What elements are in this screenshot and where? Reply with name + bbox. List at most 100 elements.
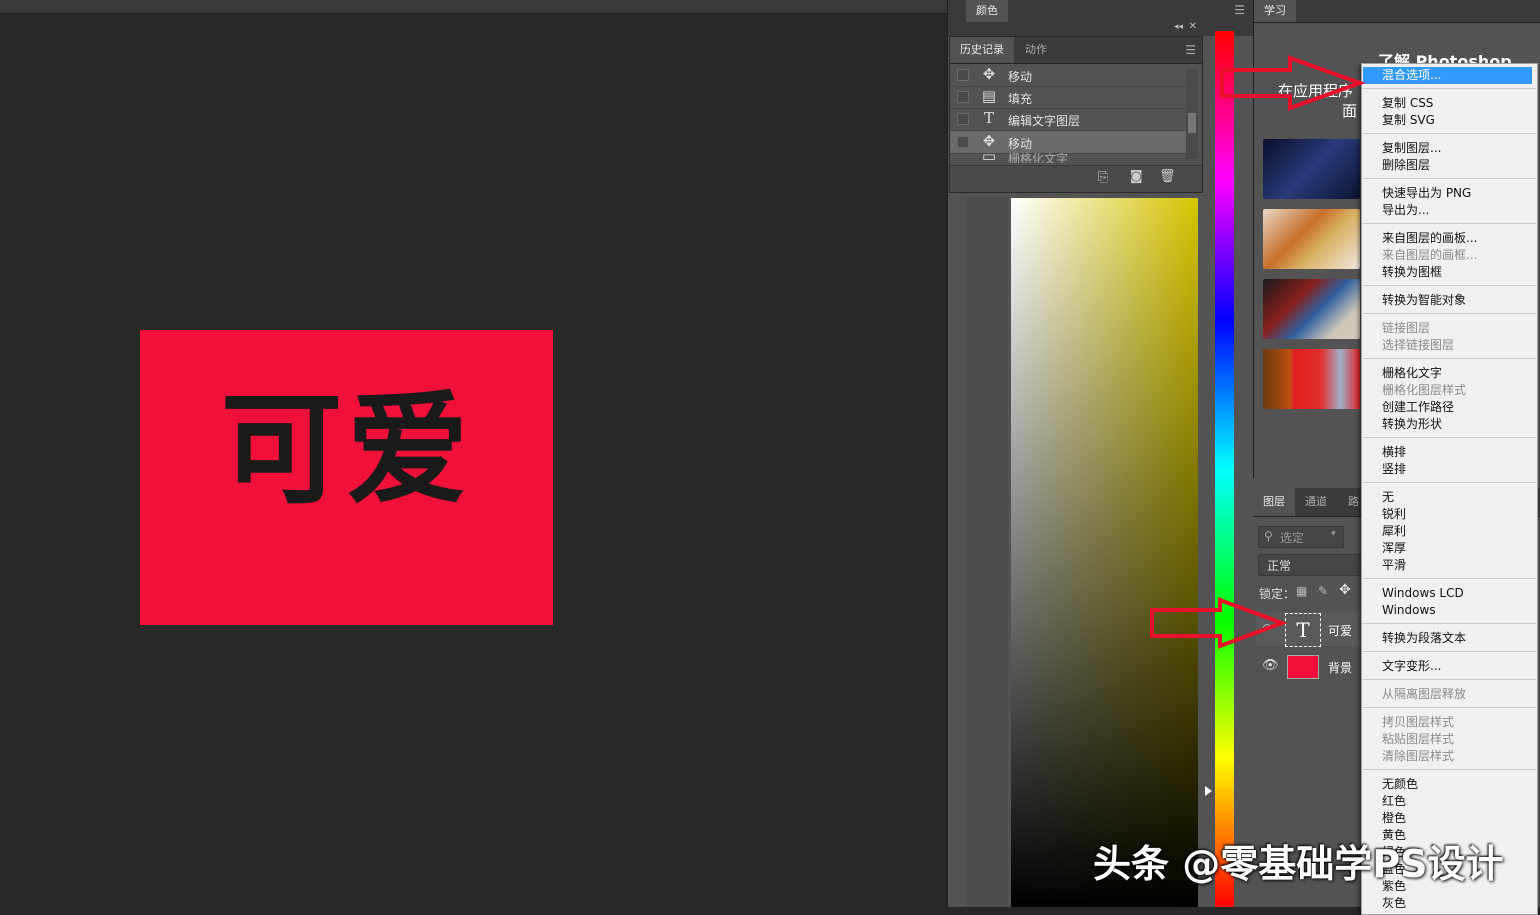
history-scrollbar[interactable] [1186, 69, 1198, 159]
visibility-eye-icon[interactable]: 👁 [1262, 658, 1279, 673]
layer-filter-input[interactable]: ⚲ 选定 ▾ [1258, 526, 1344, 548]
camera-icon[interactable]: ◙ [1130, 169, 1143, 184]
menu-item[interactable]: 浑厚 [1382, 540, 1406, 557]
menu-item[interactable]: 橙色 [1382, 810, 1406, 827]
menu-item[interactable]: 快速导出为 PNG [1382, 185, 1471, 202]
tutorial-thumbnail[interactable] [1263, 209, 1360, 269]
move-icon: ✥ [982, 65, 996, 83]
menu-item[interactable]: 复制 CSS [1382, 95, 1433, 112]
menu-item: 栅格化图层样式 [1382, 383, 1467, 397]
menu-item: 选择链接图层 [1382, 338, 1455, 352]
history-item[interactable]: T 编辑文字图层 [950, 108, 1186, 131]
saturation-value-field[interactable] [1011, 198, 1198, 907]
lock-transparent-icon[interactable]: ▦ [1296, 584, 1307, 598]
tutorial-thumbnail[interactable] [1263, 349, 1360, 409]
menu-item[interactable]: Windows LCD [1382, 585, 1464, 602]
menu-item[interactable]: Windows [1382, 602, 1436, 619]
menu-separator [1363, 651, 1536, 652]
tab-channels[interactable]: 通道 [1295, 488, 1337, 516]
menu-item[interactable]: 导出为... [1382, 202, 1429, 219]
move-icon: ✥ [982, 132, 996, 150]
menu-item[interactable]: 转换为形状 [1382, 416, 1442, 433]
menu-item[interactable]: 犀利 [1382, 523, 1406, 540]
learn-tab-bar: 学习 [1254, 0, 1540, 23]
tutorial-thumbnail[interactable] [1263, 279, 1360, 339]
tab-history[interactable]: 历史记录 [950, 37, 1014, 63]
layer-name[interactable]: 背景 [1328, 659, 1352, 676]
history-menu-icon[interactable]: ☰ [1185, 43, 1196, 57]
document-text-layer[interactable]: 可爱 [140, 388, 553, 510]
layer-context-menu: 混合选项... 复制 CSS 复制 SVG 复制图层... 删除图层快速导出为 PNG 导… [1361, 63, 1538, 915]
watermark: 头条 @零基础学PS设计 [1093, 842, 1504, 886]
history-item[interactable]: ▭ 栅格化文字 [950, 153, 1186, 163]
color-tab-bar: 颜色 ☰ [948, 0, 1253, 23]
menu-separator [1363, 437, 1536, 438]
blend-mode-select[interactable]: 正常 [1258, 554, 1362, 576]
tab-color[interactable]: 颜色 [966, 0, 1008, 22]
layer-name[interactable]: 可爱 [1328, 622, 1352, 639]
document-canvas[interactable]: 可爱 [140, 330, 553, 625]
chevron-down-icon: ▾ [1331, 529, 1336, 539]
layer-row-background[interactable]: 👁 背景 [1256, 650, 1366, 684]
history-item-label: 移动 [1008, 137, 1033, 151]
menu-item[interactable]: 来自图层的画板... [1382, 230, 1477, 247]
history-item-selected[interactable]: ✥ 移动 [950, 131, 1186, 154]
menu-item[interactable]: 横排 [1382, 444, 1406, 461]
collapse-icon[interactable]: ◂◂ [1174, 22, 1183, 32]
history-checkbox[interactable] [957, 113, 969, 125]
menu-separator [1363, 769, 1536, 770]
history-checkbox[interactable] [957, 136, 969, 148]
history-checkbox[interactable] [957, 69, 969, 81]
text-layer-thumbnail: T [1285, 613, 1321, 647]
menu-item[interactable]: 删除图层 [1382, 157, 1430, 174]
menu-item[interactable]: 转换为段落文本 [1382, 630, 1466, 647]
tab-actions[interactable]: 动作 [1015, 37, 1057, 63]
menu-item[interactable]: 平滑 [1382, 557, 1406, 574]
menu-item[interactable]: 红色 [1382, 793, 1406, 810]
history-item-label: 填充 [1008, 92, 1033, 106]
menu-separator [1363, 313, 1536, 314]
menu-item[interactable]: 竖排 [1382, 461, 1406, 478]
hue-slider-marker[interactable] [1205, 786, 1212, 796]
menu-separator [1363, 358, 1536, 359]
history-footer: ⎘ ◙ 🗑 [950, 165, 1202, 192]
tab-learn[interactable]: 学习 [1254, 0, 1296, 22]
menu-item[interactable]: 栅格化文字 [1382, 365, 1442, 382]
history-checkbox[interactable] [957, 91, 969, 103]
menu-item[interactable]: 无 [1382, 489, 1394, 506]
tab-layers[interactable]: 图层 [1253, 488, 1295, 516]
menu-item[interactable]: 创建工作路径 [1382, 399, 1454, 416]
annotation-arrow-layer [1150, 597, 1288, 649]
menu-item[interactable]: 复制图层... [1382, 140, 1441, 157]
trash-icon[interactable]: 🗑 [1159, 169, 1176, 184]
tutorial-thumbnail[interactable] [1263, 139, 1360, 199]
history-tab-bar: 历史记录 动作 ☰ [950, 37, 1202, 64]
close-icon[interactable]: ✕ [1189, 21, 1197, 32]
menu-item[interactable]: 复制 SVG [1382, 112, 1435, 129]
menu-item[interactable]: 转换为智能对象 [1382, 292, 1466, 309]
menu-item[interactable]: 转换为图框 [1382, 264, 1442, 281]
blend-mode-value: 正常 [1267, 559, 1292, 573]
color-panel-strip [966, 198, 1008, 907]
document-tab-bar [0, 0, 947, 14]
hue-slider[interactable] [1215, 31, 1234, 907]
menu-item[interactable]: 无颜色 [1382, 776, 1418, 793]
menu-item[interactable]: 灰色 [1382, 895, 1406, 912]
menu-item: 拷贝图层样式 [1382, 715, 1455, 729]
new-document-from-state-icon[interactable]: ⎘ [1098, 170, 1108, 185]
menu-item[interactable]: 文字变形... [1382, 658, 1441, 675]
menu-item[interactable]: 锐利 [1382, 506, 1406, 523]
scrollbar-thumb[interactable] [1188, 113, 1196, 133]
menu-separator [1363, 679, 1536, 680]
menu-item[interactable]: 混合选项... [1363, 67, 1532, 84]
panel-menu-icon[interactable]: ☰ [1234, 3, 1245, 17]
search-icon: ⚲ [1264, 529, 1273, 543]
lock-pixels-icon[interactable]: ✎ [1318, 584, 1328, 598]
filter-placeholder: 选定 [1280, 531, 1305, 545]
history-item-label: 编辑文字图层 [1008, 114, 1081, 128]
history-item[interactable]: ✥ 移动 [950, 64, 1186, 87]
lock-position-icon[interactable]: ✥ [1339, 582, 1351, 598]
type-icon: T [983, 109, 994, 127]
history-item-label: 移动 [1008, 70, 1033, 84]
history-item[interactable]: ▤ 填充 [950, 86, 1186, 109]
